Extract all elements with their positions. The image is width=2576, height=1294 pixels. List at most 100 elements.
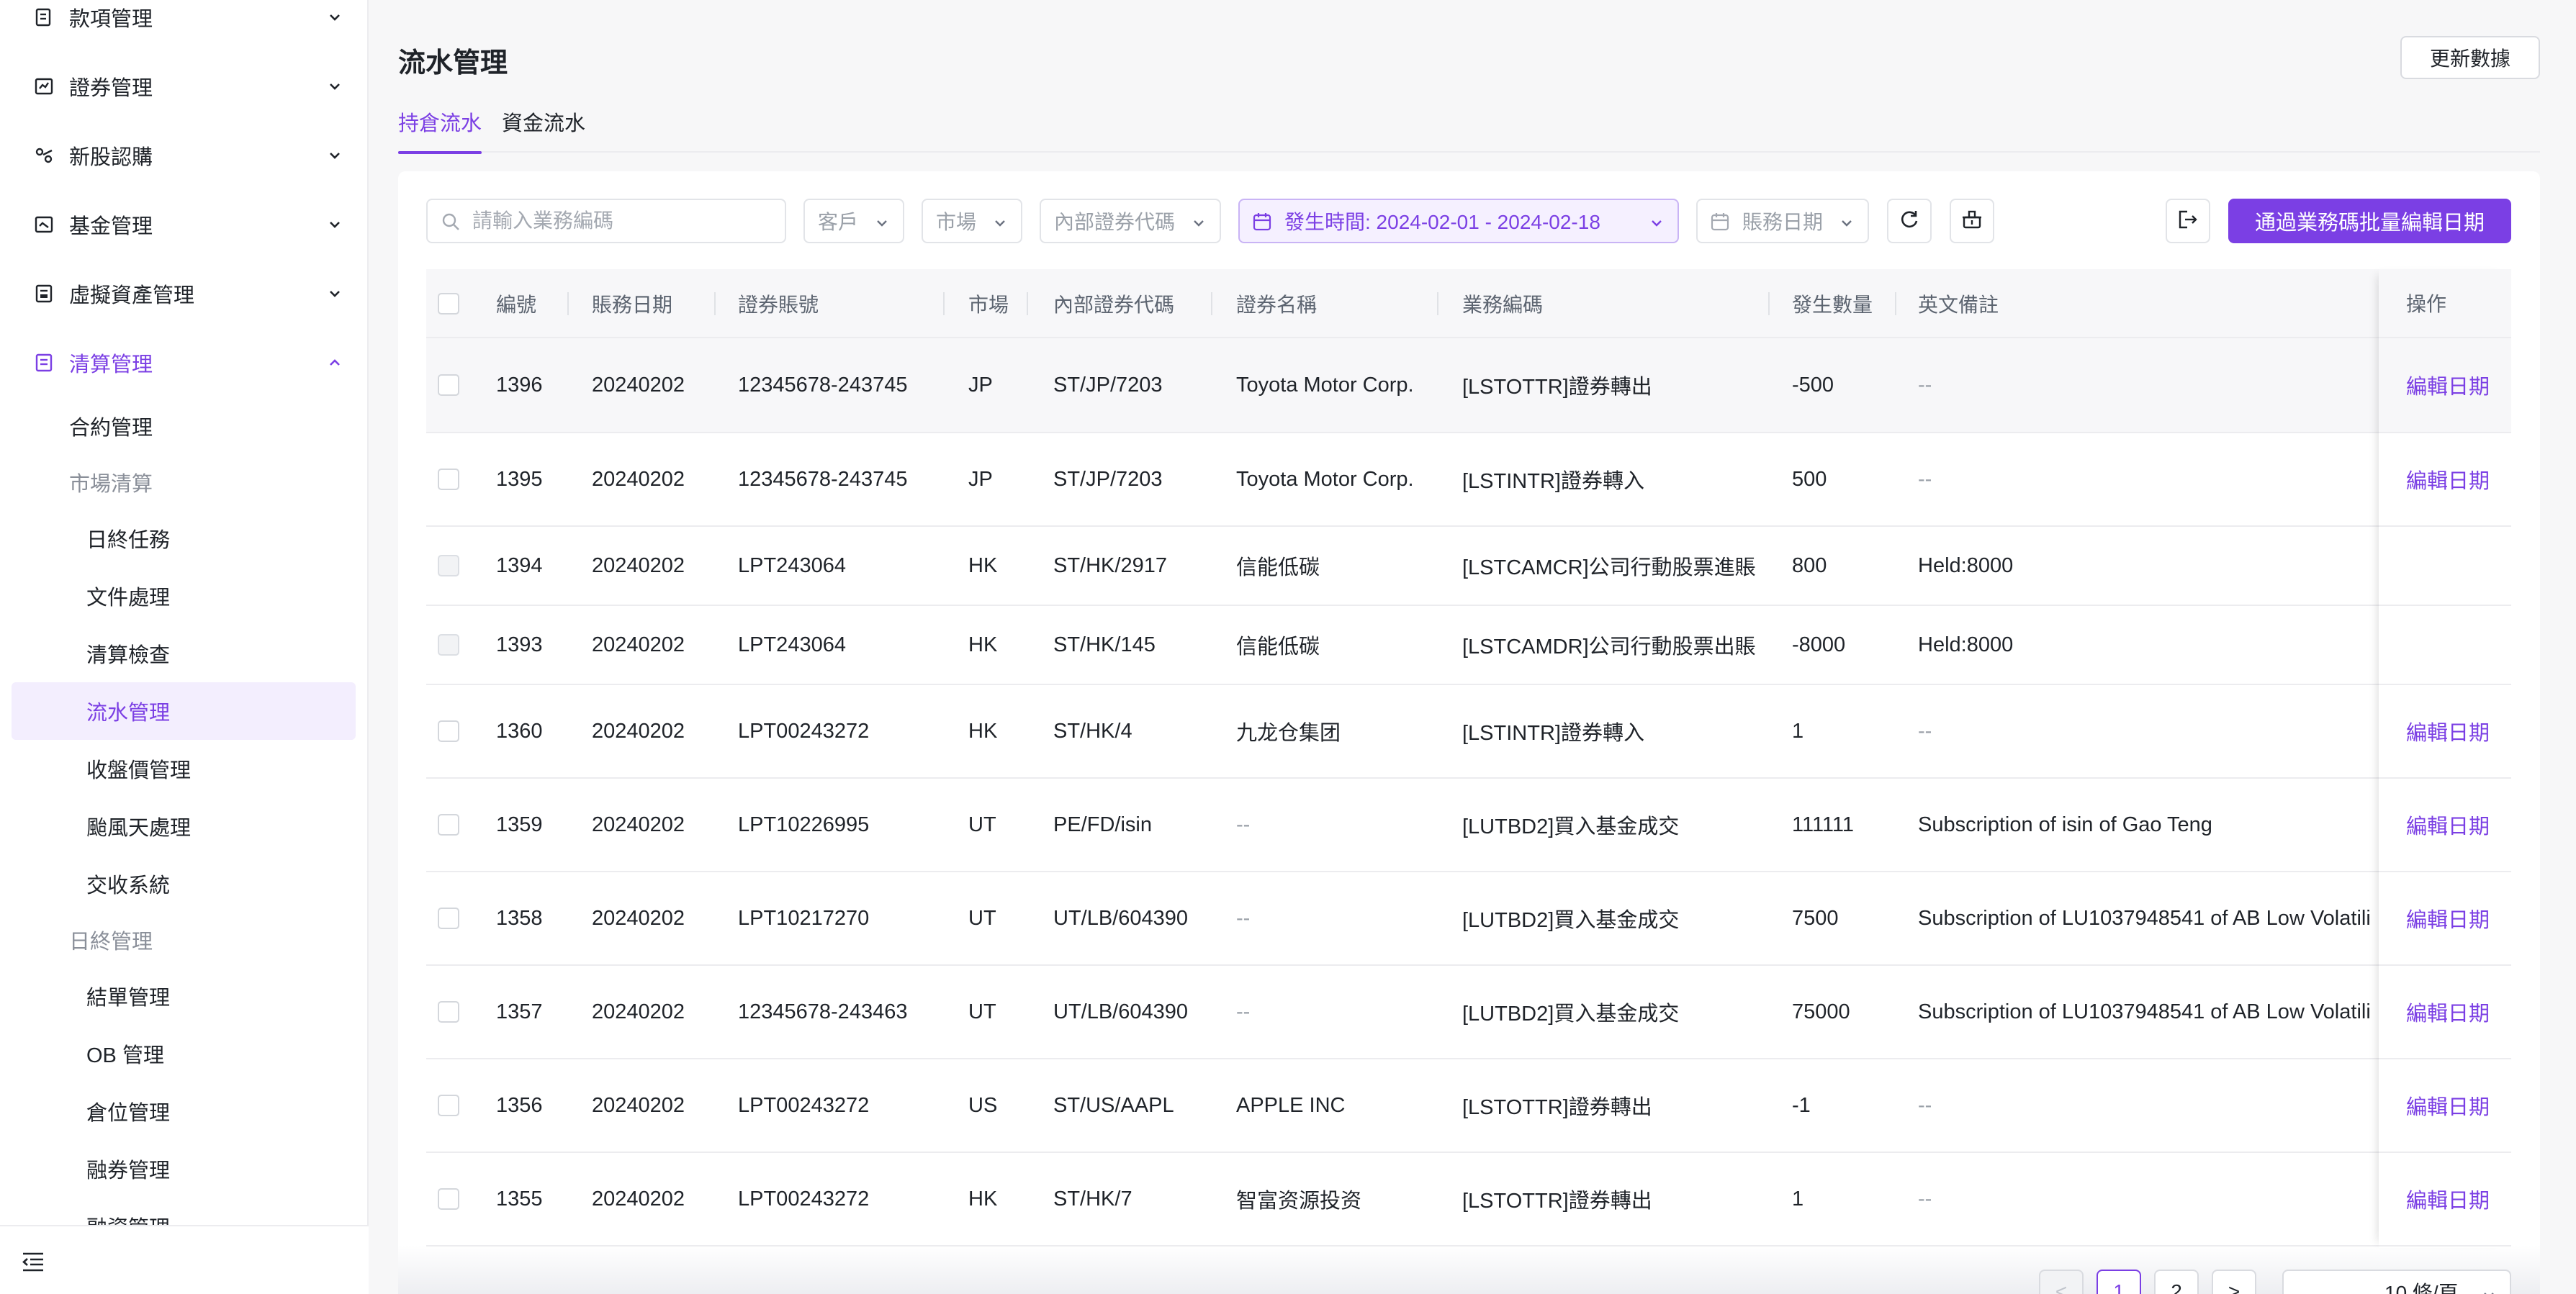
cell-english-remark: Held:8000 — [1918, 553, 2014, 577]
select-all-checkbox[interactable] — [438, 269, 459, 338]
row-checkbox[interactable] — [438, 966, 459, 1058]
menu-group-funds[interactable]: 基金管理 — [0, 190, 369, 259]
menu-group-securities[interactable]: 證券管理 — [0, 52, 369, 121]
table-row[interactable]: 1396 20240202 12345678-243745 JP ST/JP/7… — [426, 338, 2511, 433]
search-input[interactable] — [426, 199, 786, 243]
tab-cash-flow[interactable]: 資金流水 — [502, 104, 585, 153]
column-header-id[interactable]: 編號 — [496, 269, 536, 338]
row-checkbox[interactable] — [438, 1059, 459, 1152]
menu-group-ipo[interactable]: 新股認購 — [0, 121, 369, 190]
page-size-select[interactable]: 10 條/頁 — [2282, 1270, 2511, 1294]
sidebar-item-statement[interactable]: 結單管理 — [86, 967, 170, 1025]
collapse-sidebar-icon[interactable] — [22, 1251, 45, 1272]
menu-group-payments[interactable]: 款項管理 — [0, 0, 369, 52]
column-header-security-name[interactable]: 證券名稱 — [1236, 269, 1317, 338]
cell-english-remark: Held:8000 — [1918, 633, 2014, 656]
sidebar-item-flow-management[interactable]: 流水管理 — [12, 682, 356, 740]
market-select[interactable]: 市場 — [922, 199, 1022, 243]
table-row[interactable]: 1393 20240202 LPT243064 HK ST/HK/145 信能低… — [426, 606, 2511, 685]
edit-date-link[interactable]: 編輯日期 — [2379, 1153, 2511, 1247]
table-row[interactable]: 1360 20240202 LPT00243272 HK ST/HK/4 九龙仓… — [426, 685, 2511, 779]
cell-account-date: 20240202 — [592, 467, 685, 491]
clear-filters-button[interactable] — [1950, 199, 1994, 243]
cell-security-name: Toyota Motor Corp. — [1236, 467, 1414, 491]
refresh-data-button[interactable]: 更新數據 — [2400, 36, 2540, 79]
table-row[interactable]: 1358 20240202 LPT10217270 UT UT/LB/60439… — [426, 872, 2511, 966]
occurrence-date-range-picker[interactable]: 發生時間: 2024-02-01 - 2024-02-18 — [1238, 199, 1679, 243]
internal-code-select[interactable]: 內部證券代碼 — [1040, 199, 1221, 243]
reset-button[interactable] — [1887, 199, 1932, 243]
menu-group-clearing[interactable]: 清算管理 — [0, 328, 369, 397]
next-page-button[interactable]: > — [2212, 1270, 2256, 1294]
export-button[interactable] — [2166, 199, 2210, 243]
clearing-icon — [33, 352, 55, 374]
cell-id: 1393 — [496, 633, 543, 656]
client-select[interactable]: 客戶 — [803, 199, 904, 243]
row-checkbox[interactable] — [438, 779, 459, 871]
menu-group-virtual-assets[interactable]: 虛擬資產管理 — [0, 259, 369, 328]
column-header-action: 操作 — [2379, 269, 2511, 338]
sidebar-item-contract[interactable]: 合約管理 — [69, 397, 153, 455]
cell-account-no: LPT10226995 — [738, 813, 870, 836]
row-checkbox[interactable] — [438, 433, 459, 525]
sidebar: 款項管理 證券管理 新股認購 基金管理 虛擬資產管理 清算管理 合約管理 市場清… — [0, 0, 369, 1294]
page-1-button[interactable]: 1 — [2097, 1270, 2141, 1294]
column-header-business-code[interactable]: 業務編碼 — [1462, 269, 1543, 338]
cell-market: HK — [968, 633, 998, 656]
cell-market: HK — [968, 719, 998, 743]
client-select-label: 客戶 — [818, 211, 859, 233]
batch-edit-date-button[interactable]: 通過業務碼批量編輯日期 — [2228, 199, 2511, 243]
edit-date-link[interactable]: 編輯日期 — [2379, 966, 2511, 1059]
cell-english-remark: -- — [1918, 719, 1932, 743]
column-header-english-remark[interactable]: 英文備註 — [1918, 269, 1999, 338]
cell-internal-code: ST/JP/7203 — [1053, 467, 1163, 491]
table-row[interactable]: 1357 20240202 12345678-243463 UT UT/LB/6… — [426, 966, 2511, 1059]
column-header-quantity[interactable]: 發生數量 — [1792, 269, 1873, 338]
search-icon — [441, 212, 461, 232]
edit-date-link[interactable]: 編輯日期 — [2379, 779, 2511, 872]
row-checkbox[interactable] — [438, 685, 459, 777]
sidebar-item-closing-price[interactable]: 收盤價管理 — [86, 740, 191, 797]
cell-business-code: [LSTINTR]證券轉入 — [1462, 470, 1644, 493]
chevron-down-icon — [1649, 213, 1665, 229]
sidebar-item-file-processing[interactable]: 文件處理 — [86, 567, 170, 625]
table-row[interactable]: 1394 20240202 LPT243064 HK ST/HK/2917 信能… — [426, 527, 2511, 606]
page-2-button[interactable]: 2 — [2154, 1270, 2199, 1294]
column-header-account-date[interactable]: 賬務日期 — [592, 269, 672, 338]
sidebar-item-eod-tasks[interactable]: 日終任務 — [86, 510, 170, 567]
cell-quantity: -500 — [1792, 373, 1834, 397]
refresh-icon — [1899, 209, 1920, 234]
sidebar-item-typhoon[interactable]: 颱風天處理 — [86, 797, 191, 855]
column-header-account-no[interactable]: 證券賬號 — [738, 269, 819, 338]
edit-date-link[interactable]: 編輯日期 — [2379, 338, 2511, 433]
sidebar-item-ob[interactable]: OB 管理 — [86, 1025, 164, 1082]
cell-id: 1356 — [496, 1093, 543, 1117]
edit-date-link[interactable]: 編輯日期 — [2379, 433, 2511, 527]
edit-date-link[interactable]: 編輯日期 — [2379, 872, 2511, 966]
column-header-internal-code[interactable]: 內部證券代碼 — [1053, 269, 1174, 338]
table-row[interactable]: 1355 20240202 LPT00243272 HK ST/HK/7 智富资… — [426, 1153, 2511, 1247]
edit-date-link[interactable]: 編輯日期 — [2379, 1059, 2511, 1153]
cell-quantity: 111111 — [1792, 813, 1855, 836]
row-checkbox[interactable] — [438, 338, 459, 432]
row-checkbox[interactable] — [438, 1153, 459, 1245]
sidebar-item-securities-lending[interactable]: 融券管理 — [86, 1140, 170, 1198]
edit-date-link[interactable]: 編輯日期 — [2379, 685, 2511, 779]
sidebar-item-settlement-system[interactable]: 交收系統 — [86, 855, 170, 913]
sidebar-item-clearing-check[interactable]: 清算檢查 — [86, 625, 170, 682]
prev-page-button[interactable]: < — [2039, 1270, 2084, 1294]
cell-english-remark: -- — [1918, 467, 1932, 491]
cell-market: UT — [968, 1000, 996, 1023]
account-date-picker[interactable]: 賬務日期 — [1696, 199, 1869, 243]
column-header-market[interactable]: 市場 — [968, 269, 1009, 338]
table-row[interactable]: 1356 20240202 LPT00243272 US ST/US/AAPL … — [426, 1059, 2511, 1153]
cell-quantity: 800 — [1792, 553, 1827, 577]
table-row[interactable]: 1359 20240202 LPT10226995 UT PE/FD/isin … — [426, 779, 2511, 872]
empty-action-cell — [2379, 527, 2511, 606]
tab-position-flow[interactable]: 持倉流水 — [398, 104, 482, 154]
sidebar-item-position[interactable]: 倉位管理 — [86, 1082, 170, 1140]
row-checkbox[interactable] — [438, 872, 459, 964]
cell-quantity: 1 — [1792, 719, 1804, 743]
table-row[interactable]: 1395 20240202 12345678-243745 JP ST/JP/7… — [426, 433, 2511, 527]
fund-icon — [33, 214, 55, 235]
